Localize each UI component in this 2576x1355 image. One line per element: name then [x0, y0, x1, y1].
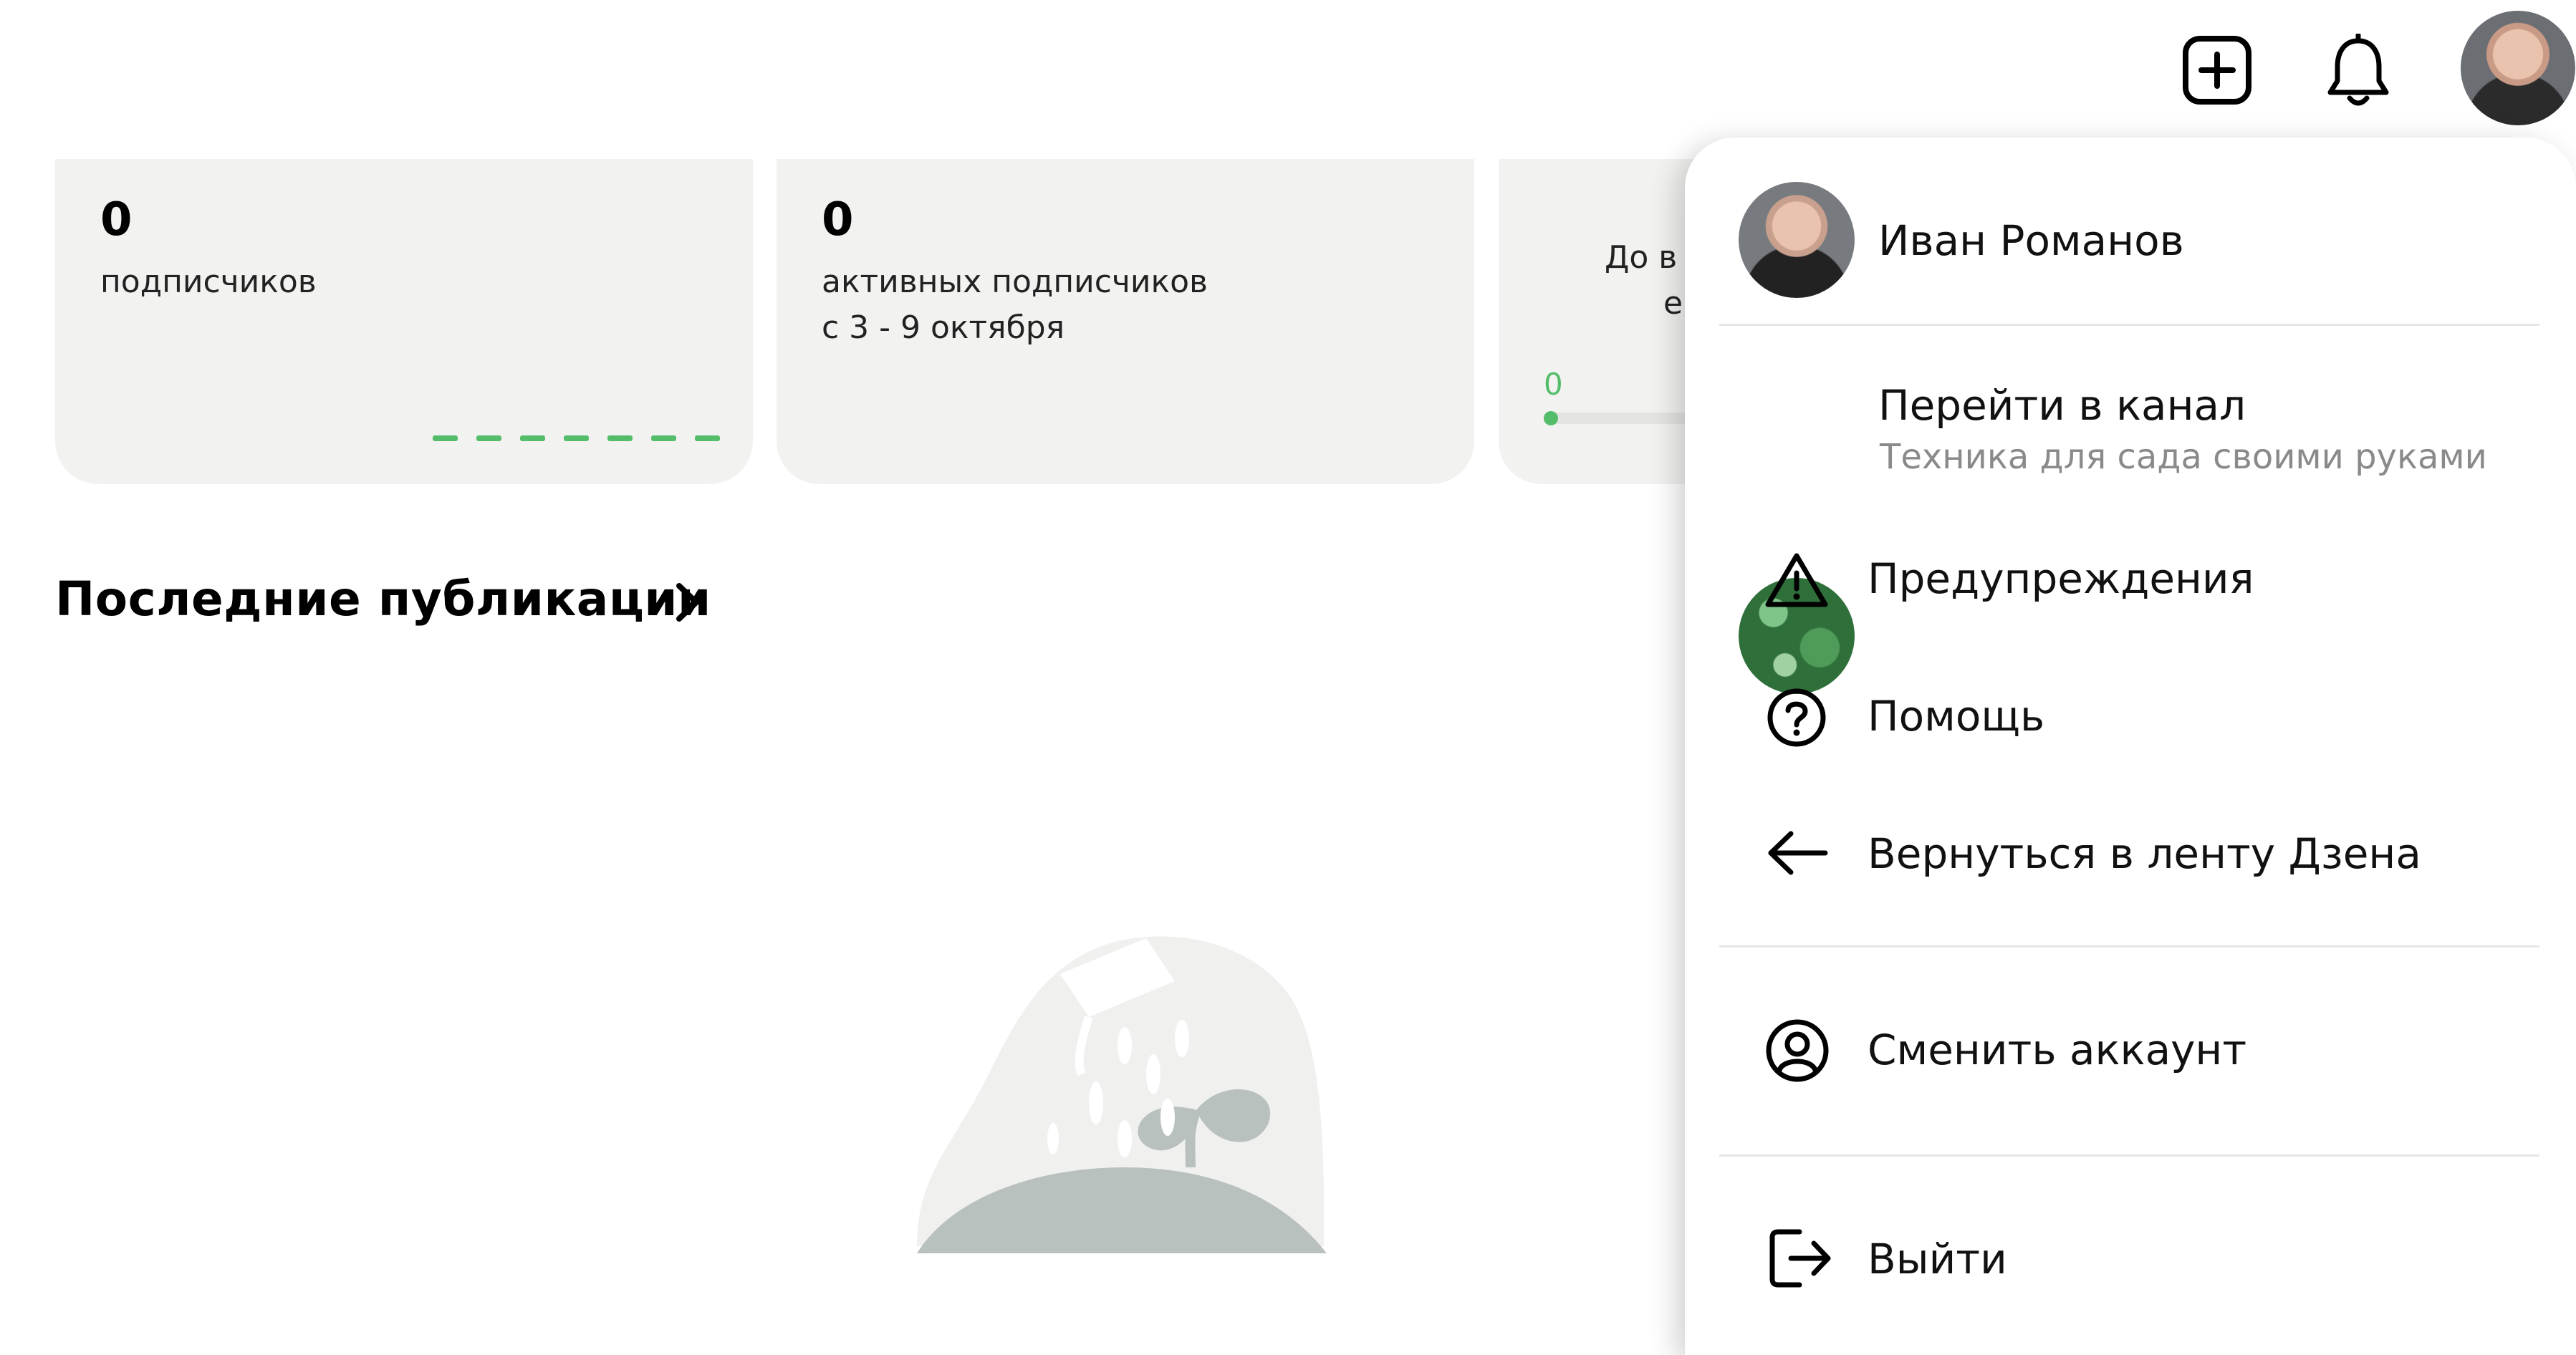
active-subscribers-card: 0 активных подписчиков с 3 - 9 октября [777, 159, 1474, 484]
menu-item-logout[interactable]: Выйти [1685, 1197, 2576, 1312]
progress-dot [1544, 411, 1558, 425]
channel-name: Техника для сада своими руками [1880, 437, 2487, 477]
menu-divider [1719, 1154, 2539, 1157]
user-name: Иван Романов [1878, 216, 2184, 265]
menu-user-row[interactable]: Иван Романов [1685, 138, 2576, 317]
menu-user-avatar [1739, 182, 1855, 298]
profile-avatar-button[interactable] [2461, 11, 2575, 125]
go-to-channel-label: Перейти в канал [1878, 381, 2246, 430]
empty-state-illustration [917, 936, 1327, 1253]
logout-label: Выйти [1868, 1235, 2007, 1283]
logout-icon [1769, 1229, 1831, 1288]
plus-square-icon [2183, 36, 2251, 105]
bell-icon [2327, 34, 2389, 106]
menu-item-go-to-channel[interactable]: Перейти в канал Техника для сада своими … [1685, 345, 2576, 694]
menu-divider [1719, 945, 2539, 947]
subscribers-card: 0 подписчиков [55, 159, 753, 484]
progress-value: 0 [1544, 367, 1563, 402]
arrow-left-icon [1768, 831, 1828, 875]
add-content-button[interactable] [2180, 33, 2254, 107]
monetization-text-line1: До в [1605, 239, 1678, 276]
back-to-feed-label: Вернуться в ленту Дзена [1868, 829, 2421, 878]
subscribers-label: подписчиков [100, 264, 317, 300]
user-circle-icon [1766, 1019, 1829, 1082]
active-subscribers-count: 0 [822, 193, 854, 246]
active-subscribers-label: активных подписчиков с 3 - 9 октября [822, 259, 1208, 351]
subscribers-sparkline [433, 435, 720, 441]
date-range: с 3 - 9 октября [822, 309, 1065, 346]
profile-dropdown-menu: Иван Романов Перейти в канал Техника для… [1685, 138, 2576, 1355]
help-label: Помощь [1868, 692, 2045, 741]
subscribers-count: 0 [100, 193, 133, 246]
switch-account-label: Сменить аккаунт [1868, 1026, 2247, 1074]
menu-divider [1719, 324, 2539, 326]
help-icon [1767, 688, 1826, 747]
menu-item-help[interactable]: Помощь [1685, 660, 2576, 768]
monetization-text-line2: е [1663, 285, 1683, 322]
menu-item-back-to-feed[interactable]: Вернуться в ленту Дзена [1685, 796, 2576, 904]
warning-icon [1765, 553, 1828, 607]
warnings-label: Предупреждения [1868, 554, 2254, 603]
menu-item-warnings[interactable]: Предупреждения [1685, 524, 2576, 632]
chevron-right-icon[interactable] [669, 577, 705, 627]
latest-publications-title[interactable]: Последние публикации [55, 572, 711, 627]
notifications-button[interactable] [2321, 32, 2395, 110]
menu-item-switch-account[interactable]: Сменить аккаунт [1685, 990, 2576, 1104]
